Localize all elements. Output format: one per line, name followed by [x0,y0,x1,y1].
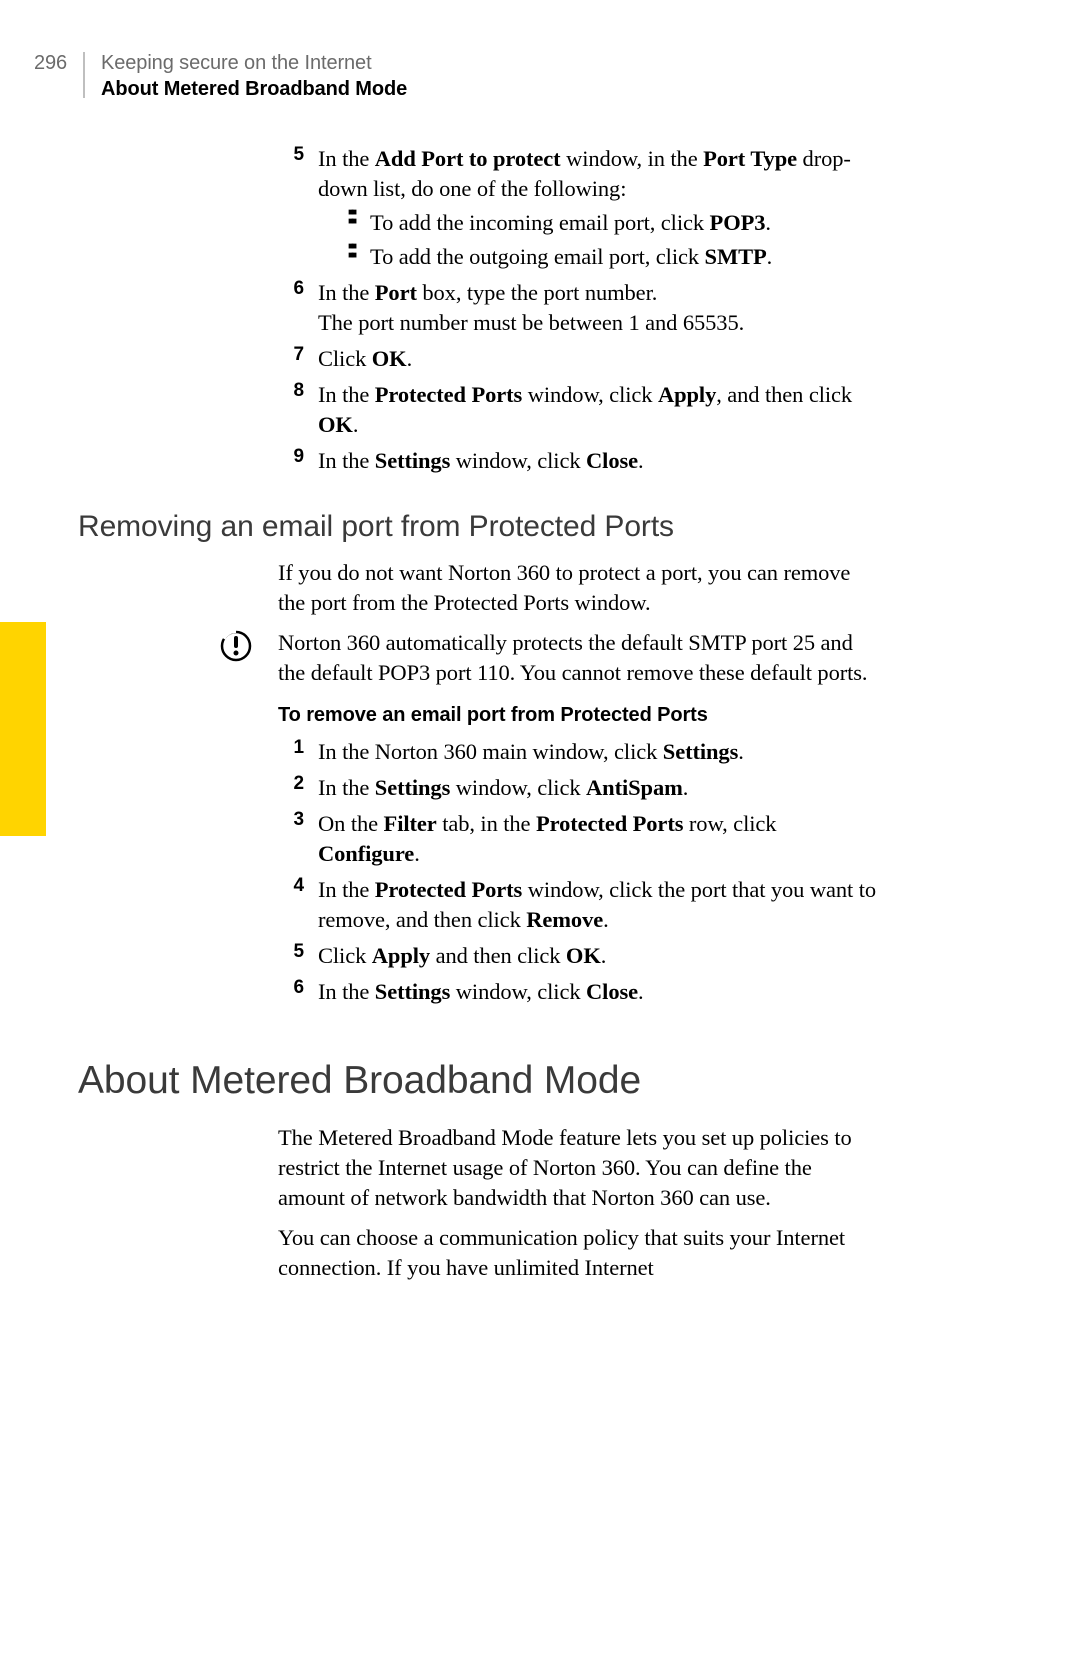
step-number: 6 [278,278,318,338]
step-number: 8 [278,380,318,440]
page-number: 296 [34,50,67,76]
remove-step-6: In the Settings window, click Close. [318,977,644,1007]
metered-para-2: You can choose a communication policy th… [278,1223,880,1283]
remove-step-4: In the Protected Ports window, click the… [318,875,880,935]
info-icon [218,628,254,664]
info-note: Norton 360 automatically protects the de… [278,628,880,688]
square-bullet-icon [348,208,370,238]
step-number: 5 [278,941,318,971]
heading-remove-procedure: To remove an email port from Protected P… [278,704,880,727]
step-number: 9 [278,446,318,476]
square-bullet-icon [348,242,370,272]
header-chapter: Keeping secure on the Internet [101,52,372,74]
header-titles: Keeping secure on the Internet About Met… [101,50,407,102]
step-8: In the Protected Ports window, click App… [318,380,880,440]
heading-metered-broadband: About Metered Broadband Mode [78,1059,880,1103]
step-number: 7 [278,344,318,374]
header-divider [83,52,86,98]
remove-step-5: Click Apply and then click OK. [318,941,606,971]
remove-step-1: In the Norton 360 main window, click Set… [318,737,744,767]
remove-step-2: In the Settings window, click AntiSpam. [318,773,688,803]
step-7: Click OK. [318,344,412,374]
header-section: About Metered Broadband Mode [101,78,407,100]
remove-steps: 1 In the Norton 360 main window, click S… [278,737,880,1007]
yellow-page-tab [0,622,46,836]
step-6: In the Port box, type the port number. T… [318,278,744,338]
remove-step-3: On the Filter tab, in the Protected Port… [318,809,880,869]
page-content: 5 In the Add Port to protect window, in … [78,138,880,1293]
heading-removing-port: Removing an email port from Protected Po… [78,510,880,544]
step-number: 4 [278,875,318,935]
step-9: In the Settings window, click Close. [318,446,644,476]
step-number: 1 [278,737,318,767]
step-number: 3 [278,809,318,869]
continue-steps: 5 In the Add Port to protect window, in … [278,144,880,476]
step-number: 2 [278,773,318,803]
step-number: 5 [278,144,318,272]
removing-intro: If you do not want Norton 360 to protect… [278,558,880,618]
metered-para-1: The Metered Broadband Mode feature lets … [278,1123,880,1213]
page-header: 296 Keeping secure on the Internet About… [34,50,880,102]
step-5: In the Add Port to protect window, in th… [318,144,880,272]
step-number: 6 [278,977,318,1007]
